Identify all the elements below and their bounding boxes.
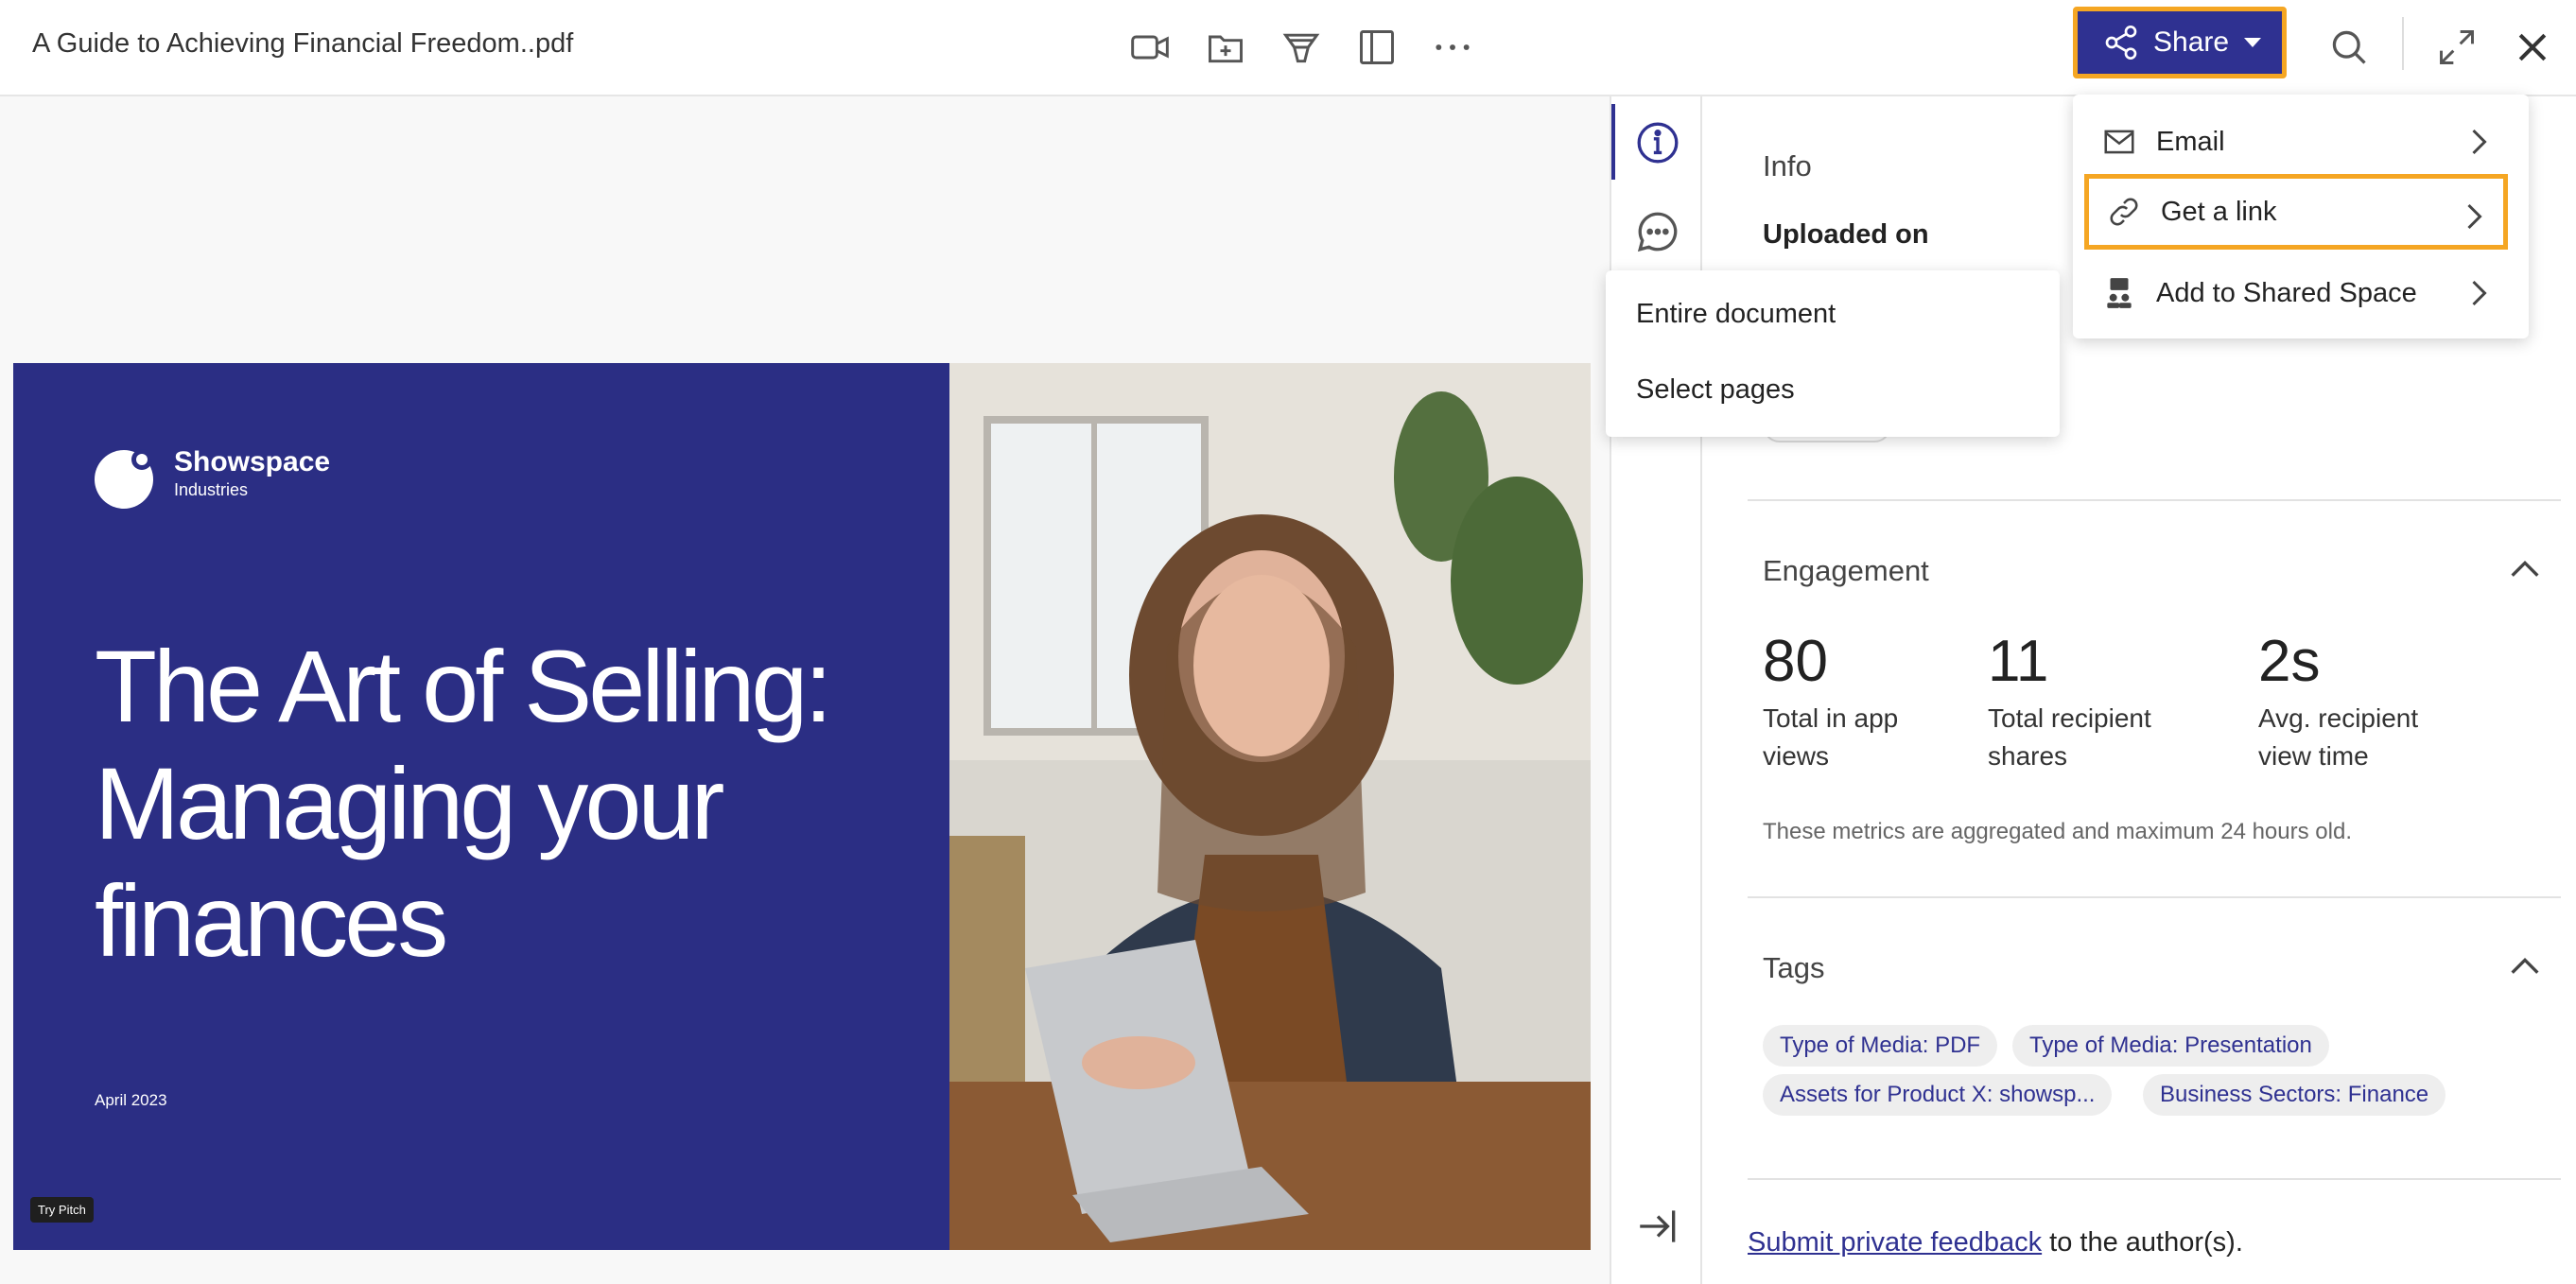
brand-subtitle: Industries [174, 480, 249, 499]
brand-name: Showspace [174, 446, 331, 477]
shared-space-icon [2107, 278, 2132, 308]
tags-section-title: Tags [1763, 951, 1825, 984]
section-divider [1748, 1178, 2561, 1180]
video-icon[interactable] [1123, 21, 1176, 74]
feedback-line: Submit private feedback to the author(s)… [1748, 1227, 2243, 1258]
showspace-logo-icon [95, 449, 153, 509]
tag-chip[interactable]: Type of Media: PDF [1763, 1025, 1998, 1067]
add-to-folder-icon[interactable] [1199, 21, 1252, 74]
comment-icon[interactable] [1634, 208, 1681, 255]
menu-item-label: Get a link [2161, 196, 2277, 227]
engagement-section-title: Engagement [1763, 554, 1929, 587]
more-icon[interactable] [1426, 21, 1479, 74]
share-menu: Email Get a link Add to Shared Space [2073, 95, 2529, 338]
document-title: A Guide to Achieving Financial Freedom..… [32, 28, 574, 59]
share-icon [2105, 26, 2137, 61]
stat-recipient-shares-value: 11 [1988, 629, 2049, 694]
try-pitch-badge[interactable]: Try Pitch [30, 1197, 94, 1223]
slide-photo [949, 363, 1591, 1250]
caret-down-icon [2244, 38, 2262, 47]
section-divider [1748, 896, 2561, 898]
document-viewer[interactable]: Showspace Industries The Art of Selling:… [0, 96, 1610, 1284]
info-section-title: Info [1763, 149, 1812, 182]
chevron-right-icon [2472, 280, 2487, 306]
close-icon[interactable] [2506, 21, 2559, 74]
get-link-submenu: Entire document Select pages [1606, 270, 2060, 437]
feedback-suffix: to the author(s). [2042, 1227, 2243, 1258]
stat-in-app-views-label: Total in app views [1763, 703, 1899, 771]
slide-heading: The Art of Selling: Managing your financ… [95, 629, 832, 978]
uploaded-on-label: Uploaded on [1763, 219, 1929, 250]
stat-in-app-views-value: 80 [1763, 629, 1828, 694]
collapse-panel-icon[interactable] [1634, 1203, 1681, 1250]
toolbar-divider [2402, 17, 2404, 70]
panel-layout-icon[interactable] [1350, 21, 1403, 74]
menu-item-email[interactable]: Email [2084, 104, 2508, 180]
submit-feedback-link[interactable]: Submit private feedback [1748, 1227, 2042, 1258]
chevron-up-icon[interactable] [2506, 550, 2544, 588]
mail-icon [2104, 130, 2134, 154]
submenu-select-pages[interactable]: Select pages [1636, 374, 1795, 406]
section-divider [1748, 499, 2561, 501]
slide-date: April 2023 [95, 1091, 167, 1109]
stat-view-time-label: Avg. recipient view time [2258, 703, 2419, 771]
chevron-up-icon[interactable] [2506, 947, 2544, 985]
share-label: Share [2153, 26, 2230, 58]
tag-chip[interactable]: Assets for Product X: showsp... [1763, 1074, 2113, 1116]
menu-item-add-to-shared-space[interactable]: Add to Shared Space [2084, 255, 2508, 331]
menu-item-label: Add to Shared Space [2156, 277, 2417, 308]
submenu-entire-document[interactable]: Entire document [1636, 299, 1836, 330]
funnel-icon[interactable] [1275, 21, 1328, 74]
share-button[interactable]: Share [2073, 7, 2287, 78]
chevron-right-icon [2472, 129, 2487, 155]
stat-view-time-value: 2s [2258, 629, 2321, 694]
link-icon [2110, 198, 2138, 226]
tag-chip[interactable]: Type of Media: Presentation [2012, 1025, 2329, 1067]
menu-item-label: Email [2156, 126, 2225, 157]
chevron-right-icon [2467, 203, 2482, 230]
slide-page: Showspace Industries The Art of Selling:… [13, 363, 1591, 1250]
top-bar: A Guide to Achieving Financial Freedom..… [0, 0, 2576, 96]
info-icon[interactable] [1634, 119, 1681, 166]
stat-recipient-shares-label: Total recipient shares [1988, 703, 2151, 771]
slide-left-panel: Showspace Industries The Art of Selling:… [13, 363, 949, 1250]
search-icon[interactable] [2323, 21, 2376, 74]
rail-active-indicator [1611, 104, 1615, 180]
tag-chip[interactable]: Business Sectors: Finance [2143, 1074, 2446, 1116]
menu-item-get-a-link[interactable]: Get a link [2084, 174, 2508, 250]
metrics-note: These metrics are aggregated and maximum… [1763, 819, 2352, 844]
expand-icon[interactable] [2430, 21, 2483, 74]
